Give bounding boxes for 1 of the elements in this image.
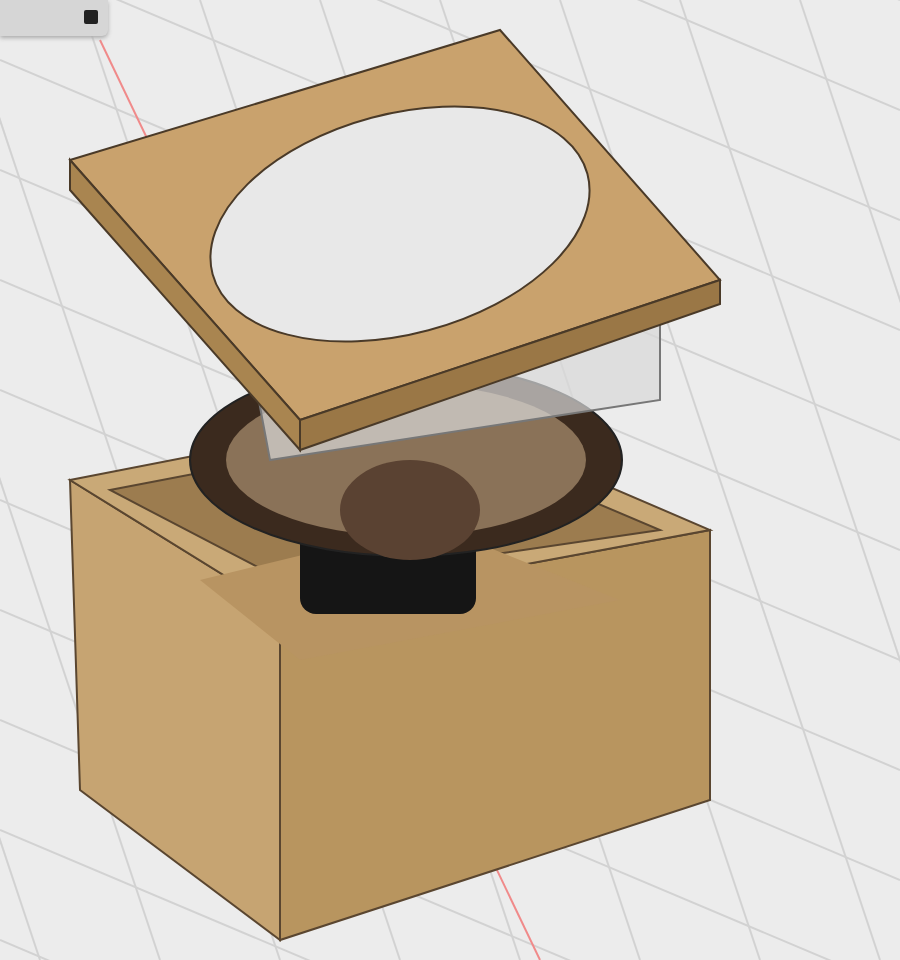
collapse-icon[interactable] [84, 10, 98, 24]
